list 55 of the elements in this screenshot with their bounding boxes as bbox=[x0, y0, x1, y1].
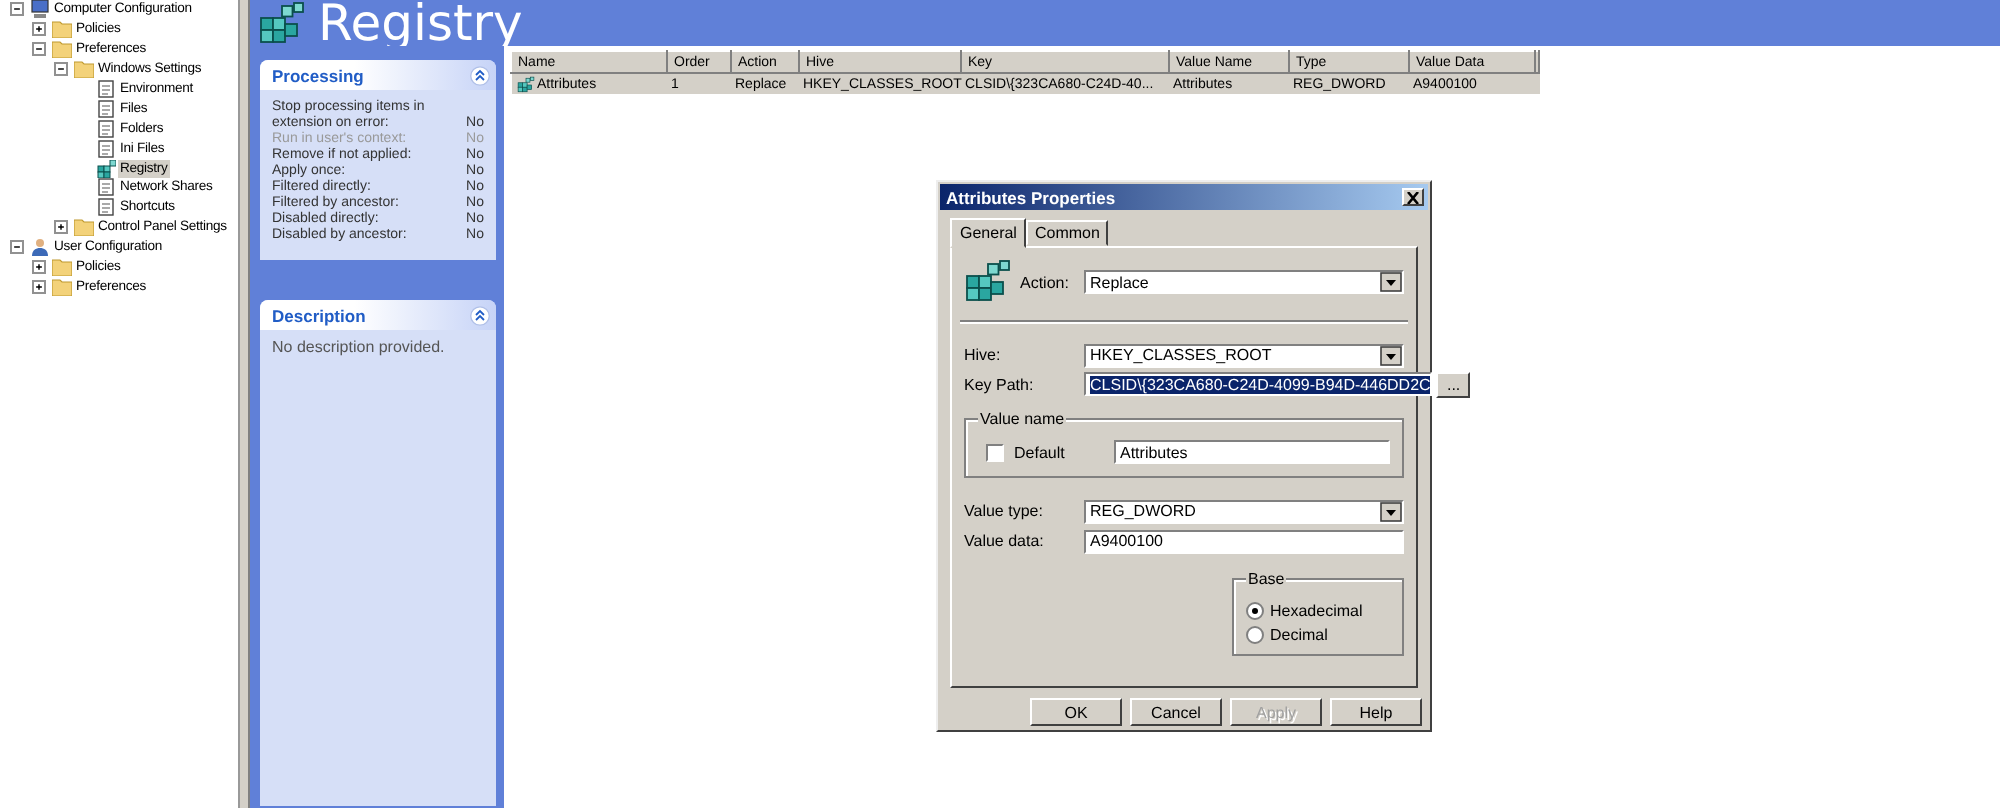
tab[interactable]: Common bbox=[1026, 220, 1108, 246]
close-button[interactable] bbox=[1402, 188, 1424, 206]
user-icon bbox=[30, 238, 50, 257]
hive-dropdown[interactable]: HKEY_CLASSES_ROOT bbox=[1084, 343, 1404, 367]
expand-icon[interactable] bbox=[54, 220, 68, 235]
description-text: No description provided. bbox=[270, 336, 447, 360]
default-checkbox[interactable] bbox=[986, 443, 1004, 461]
field-label: Key Path: bbox=[964, 376, 1036, 394]
radio-button[interactable] bbox=[1246, 625, 1264, 643]
collapse-icon[interactable] bbox=[54, 62, 68, 77]
group-label: Value name bbox=[978, 410, 1067, 428]
group-label: Base bbox=[1246, 570, 1287, 588]
document-icon bbox=[96, 198, 116, 217]
field-label: Value type: bbox=[964, 502, 1045, 520]
expand-icon[interactable] bbox=[32, 22, 46, 37]
browse-button[interactable]: ... bbox=[1436, 372, 1471, 398]
blocks-icon bbox=[96, 159, 116, 178]
dialog-title: Attributes Properties bbox=[946, 187, 1116, 207]
close-icon bbox=[1406, 191, 1420, 203]
collapse-icon[interactable] bbox=[10, 2, 24, 17]
tab[interactable]: General bbox=[950, 218, 1027, 248]
collapse-icon[interactable] bbox=[32, 42, 46, 57]
field-label: Action: bbox=[1020, 273, 1071, 291]
expand-icon[interactable] bbox=[32, 260, 46, 275]
value-data-field[interactable]: A9400100 bbox=[1084, 529, 1404, 553]
action-dropdown[interactable]: Replace bbox=[1084, 270, 1404, 294]
collapse-icon[interactable] bbox=[470, 65, 490, 85]
dialog-button[interactable]: OK bbox=[1030, 698, 1122, 726]
radio-label: Decimal bbox=[1270, 625, 1328, 643]
radio-label: Hexadecimal bbox=[1270, 601, 1363, 619]
computer-icon bbox=[30, 0, 50, 19]
dialog-button[interactable]: Cancel bbox=[1130, 698, 1222, 726]
blocks-icon bbox=[258, 0, 306, 47]
collapse-icon[interactable] bbox=[470, 305, 490, 325]
panel-title: Description bbox=[272, 305, 366, 325]
document-icon bbox=[96, 178, 116, 197]
folder-icon bbox=[74, 218, 94, 237]
field-label: Value data: bbox=[964, 532, 1046, 550]
blocks-icon bbox=[515, 75, 535, 93]
radio-button[interactable] bbox=[1246, 601, 1264, 619]
document-icon bbox=[96, 139, 116, 158]
dialog-button[interactable]: Help bbox=[1330, 698, 1422, 726]
checkbox-label: Default bbox=[1014, 443, 1067, 461]
blocks-icon bbox=[964, 258, 1012, 306]
collapse-icon[interactable] bbox=[10, 240, 24, 255]
key-path-field[interactable]: CLSID\{323CA680-C24D-4099-B94D-446DD2C bbox=[1084, 372, 1433, 396]
expand-icon[interactable] bbox=[32, 279, 46, 294]
value-type-dropdown[interactable]: REG_DWORD bbox=[1084, 499, 1404, 523]
panel-title: Processing bbox=[272, 65, 364, 85]
field-label: Hive: bbox=[964, 346, 1003, 364]
page-title: Registry bbox=[318, 0, 523, 46]
document-icon bbox=[96, 80, 116, 98]
document-icon bbox=[96, 119, 116, 138]
document-icon bbox=[96, 99, 116, 118]
value-name-field[interactable]: Attributes bbox=[1114, 440, 1390, 464]
